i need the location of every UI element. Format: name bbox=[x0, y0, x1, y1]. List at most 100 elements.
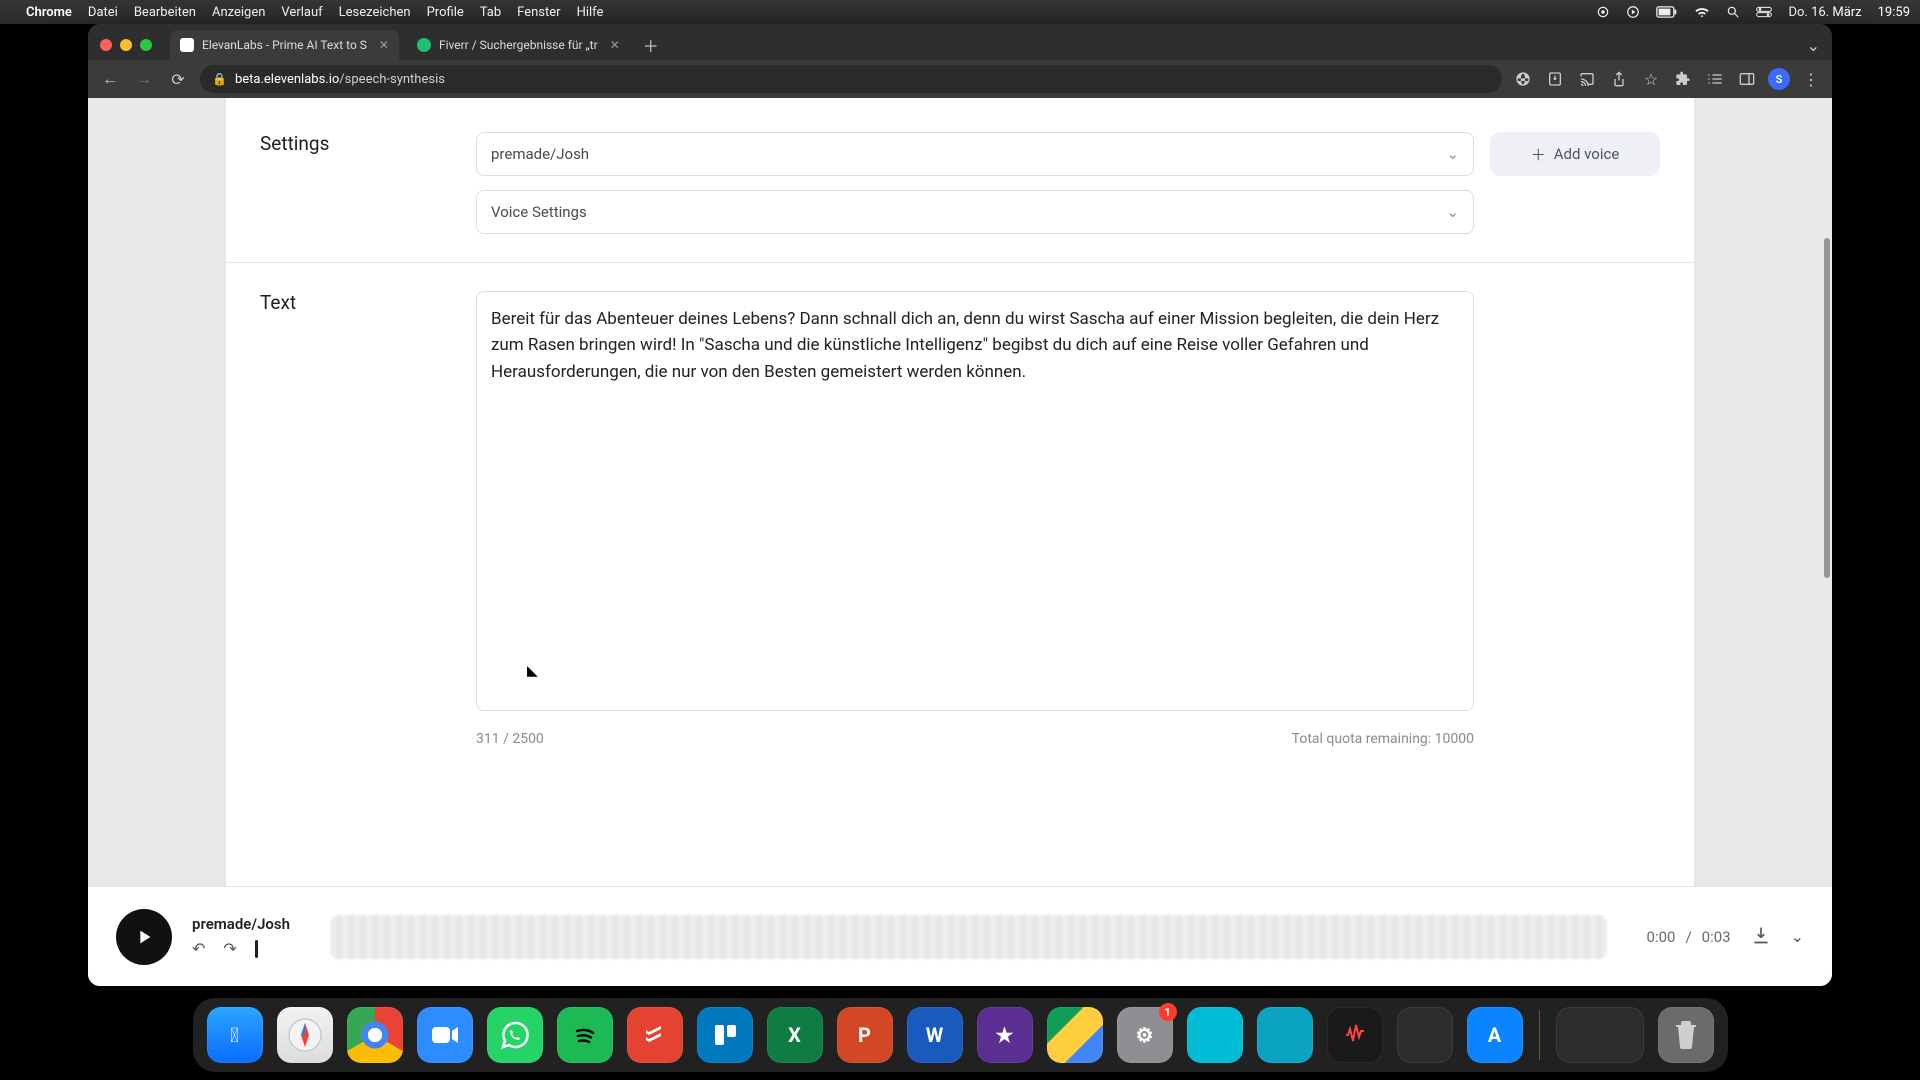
share-icon[interactable] bbox=[1608, 68, 1630, 90]
voice-settings-dropdown[interactable]: Voice Settings ⌄ bbox=[476, 190, 1474, 234]
dock-app-generic1[interactable] bbox=[1187, 1007, 1243, 1063]
audio-player: premade/Josh ↶ ↷ 0:00 / 0:03 ⌄ bbox=[88, 886, 1832, 986]
new-tab-button[interactable]: ＋ bbox=[638, 32, 664, 58]
plus-icon: ＋ bbox=[1531, 144, 1546, 165]
dock-app-empty[interactable] bbox=[1397, 1007, 1453, 1063]
sidepanel-icon[interactable] bbox=[1736, 68, 1758, 90]
chevron-down-icon: ⌄ bbox=[1446, 145, 1459, 163]
dock-app-quicktime[interactable] bbox=[1257, 1007, 1313, 1063]
profile-avatar[interactable]: S bbox=[1768, 68, 1790, 90]
dock-app-todoist[interactable] bbox=[627, 1007, 683, 1063]
menu-file[interactable]: Datei bbox=[88, 5, 118, 20]
dock-app-powerpoint[interactable]: P bbox=[837, 1007, 893, 1063]
reading-list-icon[interactable] bbox=[1704, 68, 1726, 90]
dock-app-word[interactable]: W bbox=[907, 1007, 963, 1063]
minimize-window-button[interactable] bbox=[120, 39, 132, 51]
menu-window[interactable]: Fenster bbox=[517, 5, 560, 20]
page-viewport: Settings premade/Josh ⌄ Voice Settings ⌄ bbox=[88, 98, 1832, 986]
quota-remaining: Total quota remaining: 10000 bbox=[1292, 731, 1474, 747]
url-host: beta.elevenlabs.io bbox=[235, 72, 339, 87]
tab-strip: ElevanLabs - Prime AI Text to S ✕ Fiverr… bbox=[88, 24, 1832, 60]
dock-app-excel[interactable]: X bbox=[767, 1007, 823, 1063]
reload-button[interactable]: ⟳ bbox=[166, 67, 190, 91]
menubar-time[interactable]: 19:59 bbox=[1878, 5, 1910, 20]
rewind-10-button[interactable]: ↶ bbox=[192, 939, 205, 958]
dock-app-safari[interactable] bbox=[277, 1007, 333, 1063]
collapse-player-button[interactable]: ⌄ bbox=[1791, 927, 1804, 946]
dock-app-imovie[interactable]: ★ bbox=[977, 1007, 1033, 1063]
dock-separator bbox=[1539, 1010, 1540, 1060]
dock-app-appstore[interactable]: A bbox=[1467, 1007, 1523, 1063]
menubar-date[interactable]: Do. 16. März bbox=[1788, 5, 1861, 20]
forward-button[interactable]: → bbox=[132, 67, 156, 91]
favicon-icon bbox=[417, 38, 431, 52]
dock-app-chrome[interactable] bbox=[347, 1007, 403, 1063]
progress-handle[interactable] bbox=[255, 940, 258, 958]
kebab-menu-icon[interactable]: ⋮ bbox=[1800, 68, 1822, 90]
battery-icon[interactable] bbox=[1656, 6, 1678, 18]
control-center-icon[interactable] bbox=[1756, 6, 1772, 18]
text-heading: Text bbox=[260, 291, 460, 747]
cast-icon[interactable] bbox=[1576, 68, 1598, 90]
menu-profiles[interactable]: Profile bbox=[427, 5, 464, 20]
menu-help[interactable]: Hilfe bbox=[577, 5, 604, 20]
time-current: 0:00 bbox=[1647, 928, 1676, 946]
menu-edit[interactable]: Bearbeiten bbox=[134, 5, 196, 20]
menu-tab[interactable]: Tab bbox=[480, 5, 501, 20]
voice-settings-label: Voice Settings bbox=[491, 203, 587, 221]
menu-history[interactable]: Verlauf bbox=[281, 5, 322, 20]
menu-bookmarks[interactable]: Lesezeichen bbox=[339, 5, 411, 20]
record-icon[interactable] bbox=[1596, 5, 1610, 19]
play-button[interactable] bbox=[116, 909, 172, 965]
dock-trash[interactable] bbox=[1658, 1007, 1714, 1063]
dock-widget[interactable] bbox=[1556, 1007, 1644, 1063]
dock-app-settings[interactable]: ⚙1 bbox=[1117, 1007, 1173, 1063]
tab-overflow-button[interactable]: ⌄ bbox=[1803, 32, 1824, 59]
wifi-icon[interactable] bbox=[1694, 6, 1710, 18]
player-track-title: premade/Josh bbox=[192, 915, 290, 933]
download-button[interactable] bbox=[1751, 925, 1771, 949]
chrome-window: ElevanLabs - Prime AI Text to S ✕ Fiverr… bbox=[88, 24, 1832, 986]
dock-app-voicememos[interactable] bbox=[1327, 1007, 1383, 1063]
text-section: Text 311 / 2500 Total quota remaining: 1… bbox=[226, 263, 1694, 775]
dock-app-googledrive[interactable] bbox=[1047, 1007, 1103, 1063]
menubar-app[interactable]: Chrome bbox=[26, 5, 72, 20]
text-input[interactable] bbox=[476, 291, 1474, 711]
tab-title: ElevanLabs - Prime AI Text to S bbox=[202, 38, 367, 52]
spotlight-icon[interactable] bbox=[1726, 5, 1740, 19]
dock: 􀙧 X P W ★ ⚙1 A bbox=[0, 998, 1920, 1072]
translate-icon[interactable] bbox=[1512, 68, 1534, 90]
bookmark-icon[interactable]: ☆ bbox=[1640, 68, 1662, 90]
dock-app-zoom[interactable] bbox=[417, 1007, 473, 1063]
favicon-icon bbox=[180, 38, 194, 52]
menu-view[interactable]: Anzeigen bbox=[212, 5, 265, 20]
address-bar[interactable]: 🔒 beta.elevenlabs.io/speech-synthesis bbox=[200, 65, 1502, 93]
voice-select-value: premade/Josh bbox=[491, 145, 589, 163]
playback-icon[interactable] bbox=[1626, 5, 1640, 19]
window-controls bbox=[100, 39, 152, 51]
generate-button[interactable] bbox=[330, 915, 1607, 959]
voice-select[interactable]: premade/Josh ⌄ bbox=[476, 132, 1474, 176]
back-button[interactable]: ← bbox=[98, 67, 122, 91]
badge: 1 bbox=[1159, 1003, 1177, 1021]
tab-fiverr[interactable]: Fiverr / Suchergebnisse für „tr ✕ bbox=[407, 30, 630, 60]
close-tab-icon[interactable]: ✕ bbox=[379, 38, 389, 52]
forward-10-button[interactable]: ↷ bbox=[223, 939, 236, 958]
settings-heading: Settings bbox=[260, 132, 460, 234]
close-window-button[interactable] bbox=[100, 39, 112, 51]
add-voice-button[interactable]: ＋ Add voice bbox=[1490, 132, 1660, 176]
dock-app-whatsapp[interactable] bbox=[487, 1007, 543, 1063]
scrollbar[interactable] bbox=[1824, 238, 1830, 578]
url-path: /speech-synthesis bbox=[339, 72, 445, 87]
dock-app-spotify[interactable] bbox=[557, 1007, 613, 1063]
char-counter: 311 / 2500 bbox=[476, 731, 544, 747]
fullscreen-window-button[interactable] bbox=[140, 39, 152, 51]
dock-app-trello[interactable] bbox=[697, 1007, 753, 1063]
mouse-cursor-icon: ◣ bbox=[527, 663, 538, 679]
tab-elevenlabs[interactable]: ElevanLabs - Prime AI Text to S ✕ bbox=[170, 30, 399, 60]
close-tab-icon[interactable]: ✕ bbox=[610, 38, 620, 52]
chevron-down-icon: ⌄ bbox=[1446, 203, 1459, 221]
extensions-icon[interactable] bbox=[1672, 68, 1694, 90]
dock-app-finder[interactable]: 􀙧 bbox=[207, 1007, 263, 1063]
install-app-icon[interactable] bbox=[1544, 68, 1566, 90]
